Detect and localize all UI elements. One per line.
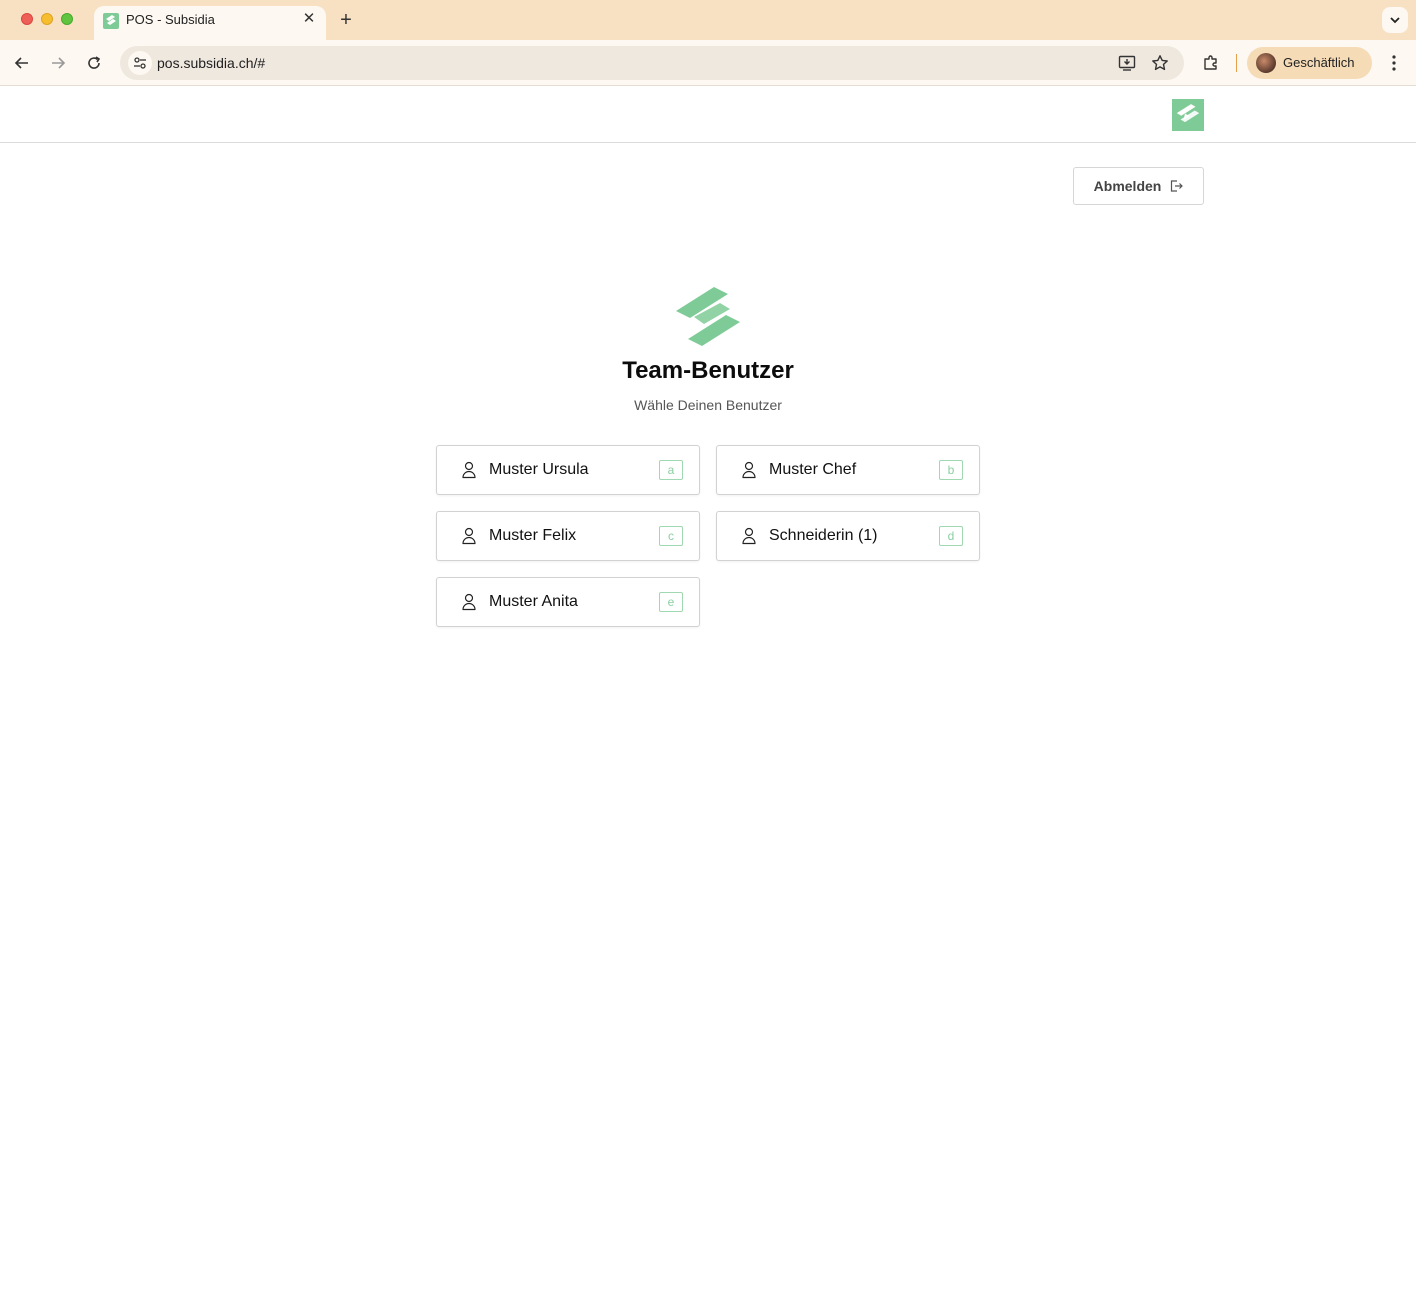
profile-name: Geschäftlich (1283, 55, 1355, 70)
browser-tab-active[interactable]: POS - Subsidia ✕ (94, 6, 326, 40)
keyboard-shortcut-badge: b (939, 460, 963, 480)
logout-icon (1171, 180, 1184, 192)
tab-title: POS - Subsidia (126, 12, 215, 27)
tab-search-button[interactable] (1382, 7, 1408, 33)
forward-button[interactable] (45, 50, 71, 76)
app-header (0, 87, 1416, 143)
window-close-button[interactable] (21, 13, 33, 25)
chevron-down-icon (1390, 17, 1400, 24)
page-subtitle: Wähle Deinen Benutzer (634, 397, 782, 413)
browser-tab-bar: POS - Subsidia ✕ + (0, 0, 1416, 40)
window-maximize-button[interactable] (61, 13, 73, 25)
reload-button[interactable] (81, 50, 107, 76)
keyboard-shortcut-badge: d (939, 526, 963, 546)
tab-close-icon[interactable]: ✕ (300, 10, 318, 28)
user-name: Muster Ursula (489, 461, 589, 478)
user-icon (462, 593, 476, 611)
user-icon (462, 527, 476, 545)
subsidia-logo-icon[interactable] (1172, 99, 1204, 131)
user-card-schneiderin[interactable]: Schneiderin (1) d (716, 511, 980, 561)
user-name: Schneiderin (1) (769, 527, 878, 544)
more-vertical-icon (1392, 55, 1396, 71)
user-icon (742, 461, 756, 479)
puzzle-icon (1204, 55, 1217, 70)
user-name: Muster Anita (489, 593, 578, 610)
subsidia-main-logo-icon (676, 287, 740, 346)
new-tab-button[interactable]: + (336, 8, 356, 32)
subsidia-favicon-icon (103, 13, 119, 29)
window-minimize-button[interactable] (41, 13, 53, 25)
keyboard-shortcut-badge: c (659, 526, 683, 546)
reload-icon (88, 56, 101, 69)
keyboard-shortcut-badge: a (659, 460, 683, 480)
arrow-left-icon (14, 57, 28, 69)
profile-button[interactable]: Geschäftlich (1247, 47, 1372, 79)
keyboard-shortcut-badge: e (659, 592, 683, 612)
back-button[interactable] (9, 50, 35, 76)
tune-icon (134, 57, 146, 69)
arrow-right-icon (52, 57, 66, 69)
user-icon (462, 461, 476, 479)
logout-label: Abmelden (1093, 178, 1162, 194)
browser-toolbar: pos.subsidia.ch/# Geschäftlich (0, 40, 1416, 86)
extensions-button[interactable] (1198, 50, 1224, 76)
install-app-icon[interactable] (1117, 53, 1137, 73)
toolbar-separator (1236, 54, 1237, 72)
user-card-muster-felix[interactable]: Muster Felix c (436, 511, 700, 561)
user-card-muster-chef[interactable]: Muster Chef b (716, 445, 980, 495)
bookmark-star-icon[interactable] (1150, 53, 1170, 73)
browser-menu-button[interactable] (1384, 50, 1404, 76)
user-name: Muster Felix (489, 527, 577, 544)
page-title: Team-Benutzer (622, 357, 794, 384)
user-name: Muster Chef (769, 461, 857, 478)
profile-avatar (1256, 53, 1276, 73)
url-text[interactable]: pos.subsidia.ch/# (157, 55, 265, 71)
user-card-muster-anita[interactable]: Muster Anita e (436, 577, 700, 627)
user-icon (742, 527, 756, 545)
user-card-muster-ursula[interactable]: Muster Ursula a (436, 445, 700, 495)
logout-button[interactable]: Abmelden (1073, 167, 1204, 205)
address-bar[interactable]: pos.subsidia.ch/# (120, 46, 1184, 80)
site-info-button[interactable] (128, 51, 152, 75)
